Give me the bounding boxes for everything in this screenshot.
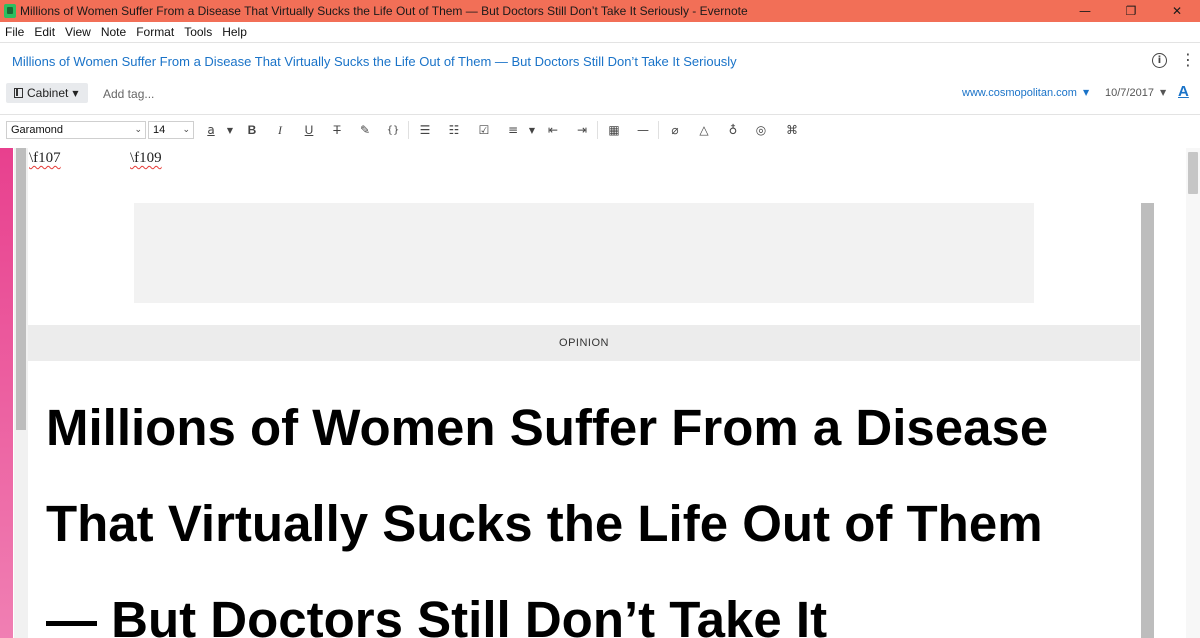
note-title[interactable]: Millions of Women Suffer From a Disease … bbox=[12, 54, 737, 69]
menu-edit[interactable]: Edit bbox=[33, 25, 56, 39]
horizontal-rule-icon[interactable]: — bbox=[635, 121, 651, 139]
window-controls: — ❐ ✕ bbox=[1062, 0, 1200, 22]
content-scrollbar[interactable] bbox=[1141, 203, 1154, 638]
underline-button[interactable]: U bbox=[301, 121, 317, 139]
record-audio-icon[interactable]: ♁ bbox=[725, 121, 741, 139]
evernote-app-icon bbox=[4, 4, 16, 18]
notebook-selector[interactable]: Cabinet ▼ bbox=[6, 83, 88, 103]
code-block-icon[interactable]: {} bbox=[385, 121, 401, 139]
add-tag-input[interactable]: Add tag... bbox=[103, 87, 154, 101]
headline-line: Millions of Women Suffer From a Disease bbox=[46, 399, 1049, 456]
more-options-icon[interactable]: ⋮ bbox=[1180, 50, 1196, 69]
editor-scrollbar[interactable] bbox=[1186, 148, 1200, 638]
eraser-icon[interactable]: ✎ bbox=[357, 121, 373, 139]
toolbar-divider bbox=[408, 121, 409, 139]
code-text-1: \f107 bbox=[29, 150, 61, 167]
numbered-list-icon[interactable]: ☷ bbox=[446, 121, 462, 139]
date-chevron-down-icon[interactable]: ▼ bbox=[1160, 88, 1166, 97]
left-scrollbar[interactable] bbox=[14, 148, 28, 638]
source-chevron-down-icon[interactable]: ▼ bbox=[1083, 88, 1089, 97]
note-header: Millions of Women Suffer From a Disease … bbox=[0, 42, 1200, 82]
font-family-value: Garamond bbox=[11, 124, 63, 136]
font-family-select[interactable]: Garamond ⌄ bbox=[6, 121, 146, 139]
strikethrough-button[interactable]: T bbox=[329, 121, 345, 139]
minimize-button[interactable]: — bbox=[1062, 0, 1108, 22]
close-button[interactable]: ✕ bbox=[1154, 0, 1200, 22]
menu-help[interactable]: Help bbox=[221, 25, 248, 39]
note-date[interactable]: 10/7/2017 bbox=[1105, 87, 1154, 99]
maximize-button[interactable]: ❐ bbox=[1108, 0, 1154, 22]
table-icon[interactable]: ▦ bbox=[606, 121, 622, 139]
menu-format[interactable]: Format bbox=[135, 25, 175, 39]
sketch-icon[interactable]: ◎ bbox=[753, 121, 769, 139]
text-color-button[interactable]: a bbox=[203, 121, 219, 139]
bold-button[interactable]: B bbox=[244, 121, 260, 139]
drive-icon[interactable]: △ bbox=[696, 121, 712, 139]
outdent-icon[interactable]: ⇤ bbox=[545, 121, 561, 139]
bullet-list-icon[interactable]: ☰ bbox=[417, 121, 433, 139]
attachment-icon[interactable]: ⌀ bbox=[667, 121, 683, 139]
code-text-2: \f109 bbox=[130, 150, 162, 167]
menu-bar: File Edit View Note Format Tools Help bbox=[0, 22, 1200, 42]
font-size-value: 14 bbox=[153, 124, 166, 136]
chevron-down-icon: ▼ bbox=[72, 88, 79, 98]
notebook-icon bbox=[14, 88, 23, 98]
align-chevron-icon[interactable]: ▼ bbox=[524, 121, 540, 139]
headline-line: That Virtually Sucks the Life Out of The… bbox=[46, 495, 1043, 552]
window-title: Millions of Women Suffer From a Disease … bbox=[20, 4, 748, 18]
window-titlebar: Millions of Women Suffer From a Disease … bbox=[0, 0, 1200, 22]
align-icon[interactable]: ≡ bbox=[505, 121, 521, 139]
italic-button[interactable]: I bbox=[272, 121, 288, 139]
chevron-down-icon: ⌄ bbox=[182, 125, 190, 135]
notebook-name: Cabinet bbox=[27, 86, 69, 100]
section-label: OPINION bbox=[28, 325, 1140, 361]
indent-icon[interactable]: ⇥ bbox=[574, 121, 590, 139]
more-formatting-icon[interactable]: ⌘ bbox=[784, 121, 800, 139]
chevron-down-icon: ⌄ bbox=[134, 125, 142, 135]
font-style-icon[interactable]: A bbox=[1178, 83, 1189, 100]
font-size-select[interactable]: 14 ⌄ bbox=[148, 121, 194, 139]
menu-view[interactable]: View bbox=[64, 25, 92, 39]
toolbar-divider bbox=[597, 121, 598, 139]
source-url-link[interactable]: www.cosmopolitan.com bbox=[962, 87, 1077, 99]
format-toolbar: Garamond ⌄ 14 ⌄ a ▼ B I U T ✎ {} ☰ ☷ ☑ ≡… bbox=[0, 114, 1200, 144]
note-meta-row: Cabinet ▼ Add tag... www.cosmopolitan.co… bbox=[0, 82, 1200, 106]
menu-tools[interactable]: Tools bbox=[183, 25, 213, 39]
code-text-1-value: \f107 bbox=[29, 150, 61, 166]
editor-scrollbar-thumb[interactable] bbox=[1188, 152, 1198, 194]
left-scrollbar-thumb[interactable] bbox=[16, 148, 26, 430]
info-icon[interactable]: i bbox=[1152, 53, 1167, 68]
article-headline: Millions of Women Suffer From a Disease … bbox=[46, 380, 1136, 638]
menu-note[interactable]: Note bbox=[100, 25, 127, 39]
ad-placeholder bbox=[134, 203, 1034, 303]
code-text-2-value: \f109 bbox=[130, 150, 162, 166]
headline-line: — But Doctors Still Don’t Take It bbox=[46, 591, 828, 638]
checkbox-icon[interactable]: ☑ bbox=[476, 121, 492, 139]
left-accent-strip bbox=[0, 148, 13, 638]
toolbar-divider bbox=[658, 121, 659, 139]
text-color-chevron-icon[interactable]: ▼ bbox=[222, 121, 238, 139]
menu-file[interactable]: File bbox=[4, 25, 25, 39]
